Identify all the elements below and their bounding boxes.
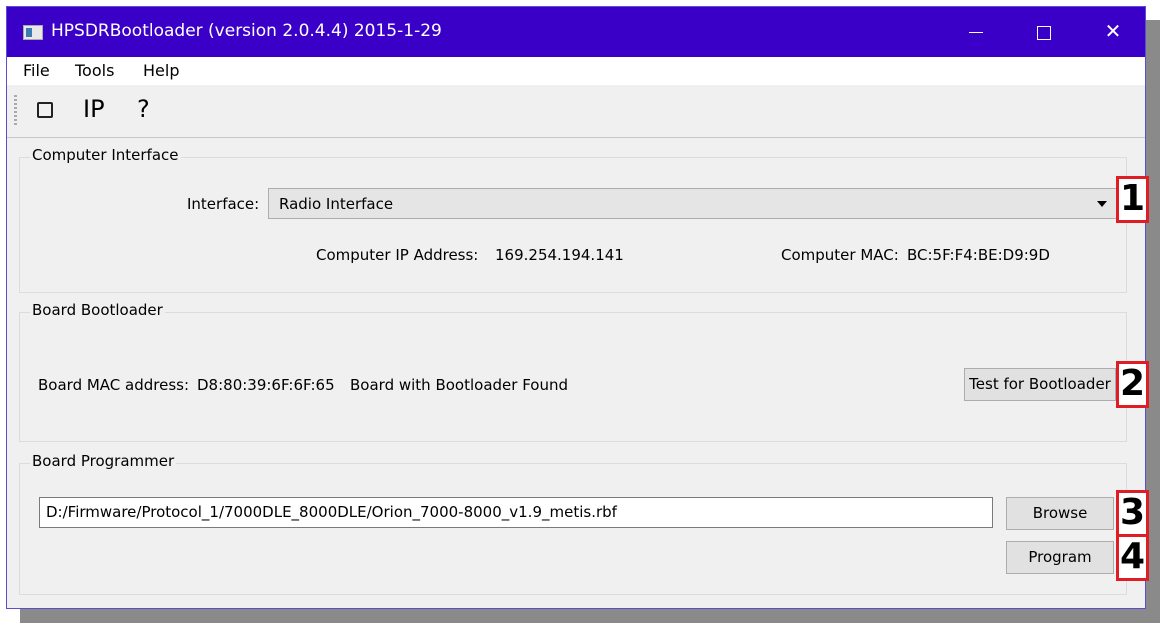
- interface-select[interactable]: Radio Interface: [268, 188, 1118, 219]
- bootloader-status: Board with Bootloader Found: [350, 376, 568, 394]
- close-icon: ✕: [1104, 19, 1122, 43]
- app-icon: [23, 25, 43, 40]
- menu-tools[interactable]: Tools: [75, 61, 114, 80]
- computer-ip-value: 169.254.194.141: [495, 246, 624, 264]
- board-mac-label: Board MAC address:: [38, 376, 190, 394]
- group-title: Computer Interface: [30, 146, 181, 164]
- toolbar-ip-button[interactable]: IP: [83, 95, 105, 123]
- interface-label: Interface:: [187, 195, 260, 213]
- minimize-icon: [969, 32, 983, 33]
- board-programmer-group: Board Programmer: [19, 452, 1127, 595]
- title-bar[interactable]: HPSDRBootloader (version 2.0.4.4) 2015-1…: [7, 7, 1145, 57]
- window-title: HPSDRBootloader (version 2.0.4.4) 2015-1…: [51, 21, 442, 41]
- menu-file[interactable]: File: [23, 61, 50, 80]
- toolbar-grip-icon[interactable]: [14, 95, 17, 127]
- toolbar-checkbox-icon[interactable]: [37, 102, 53, 118]
- firmware-path-input[interactable]: D:/Firmware/Protocol_1/7000DLE_8000DLE/O…: [39, 497, 993, 528]
- menu-help[interactable]: Help: [143, 61, 179, 80]
- computer-mac-value: BC:5F:F4:BE:D9:9D: [907, 246, 1050, 264]
- group-title: Board Programmer: [30, 452, 177, 470]
- toolbar: IP ?: [7, 85, 1145, 138]
- menu-bar: File Tools Help: [7, 57, 1145, 85]
- computer-interface-group: Computer Interface: [19, 146, 1127, 293]
- annotation-badge-3: 3: [1116, 490, 1149, 537]
- interface-select-value: Radio Interface: [279, 195, 394, 213]
- dropdown-arrow-icon: [1097, 201, 1107, 207]
- program-button[interactable]: Program: [1006, 541, 1114, 574]
- maximize-button[interactable]: [1010, 7, 1078, 57]
- annotation-badge-4: 4: [1116, 534, 1149, 581]
- board-mac-value: D8:80:39:6F:6F:65: [197, 376, 335, 394]
- annotation-badge-2: 2: [1116, 361, 1149, 408]
- test-bootloader-button[interactable]: Test for Bootloader: [964, 368, 1116, 401]
- maximize-icon: [1037, 25, 1051, 40]
- computer-ip-label: Computer IP Address:: [316, 246, 479, 264]
- annotation-badge-1: 1: [1116, 176, 1149, 223]
- computer-mac-label: Computer MAC:: [781, 246, 899, 264]
- minimize-button[interactable]: [942, 7, 1010, 57]
- close-button[interactable]: ✕: [1079, 7, 1147, 57]
- group-title: Board Bootloader: [30, 301, 165, 319]
- browse-button[interactable]: Browse: [1006, 497, 1114, 530]
- toolbar-help-button[interactable]: ?: [137, 95, 150, 123]
